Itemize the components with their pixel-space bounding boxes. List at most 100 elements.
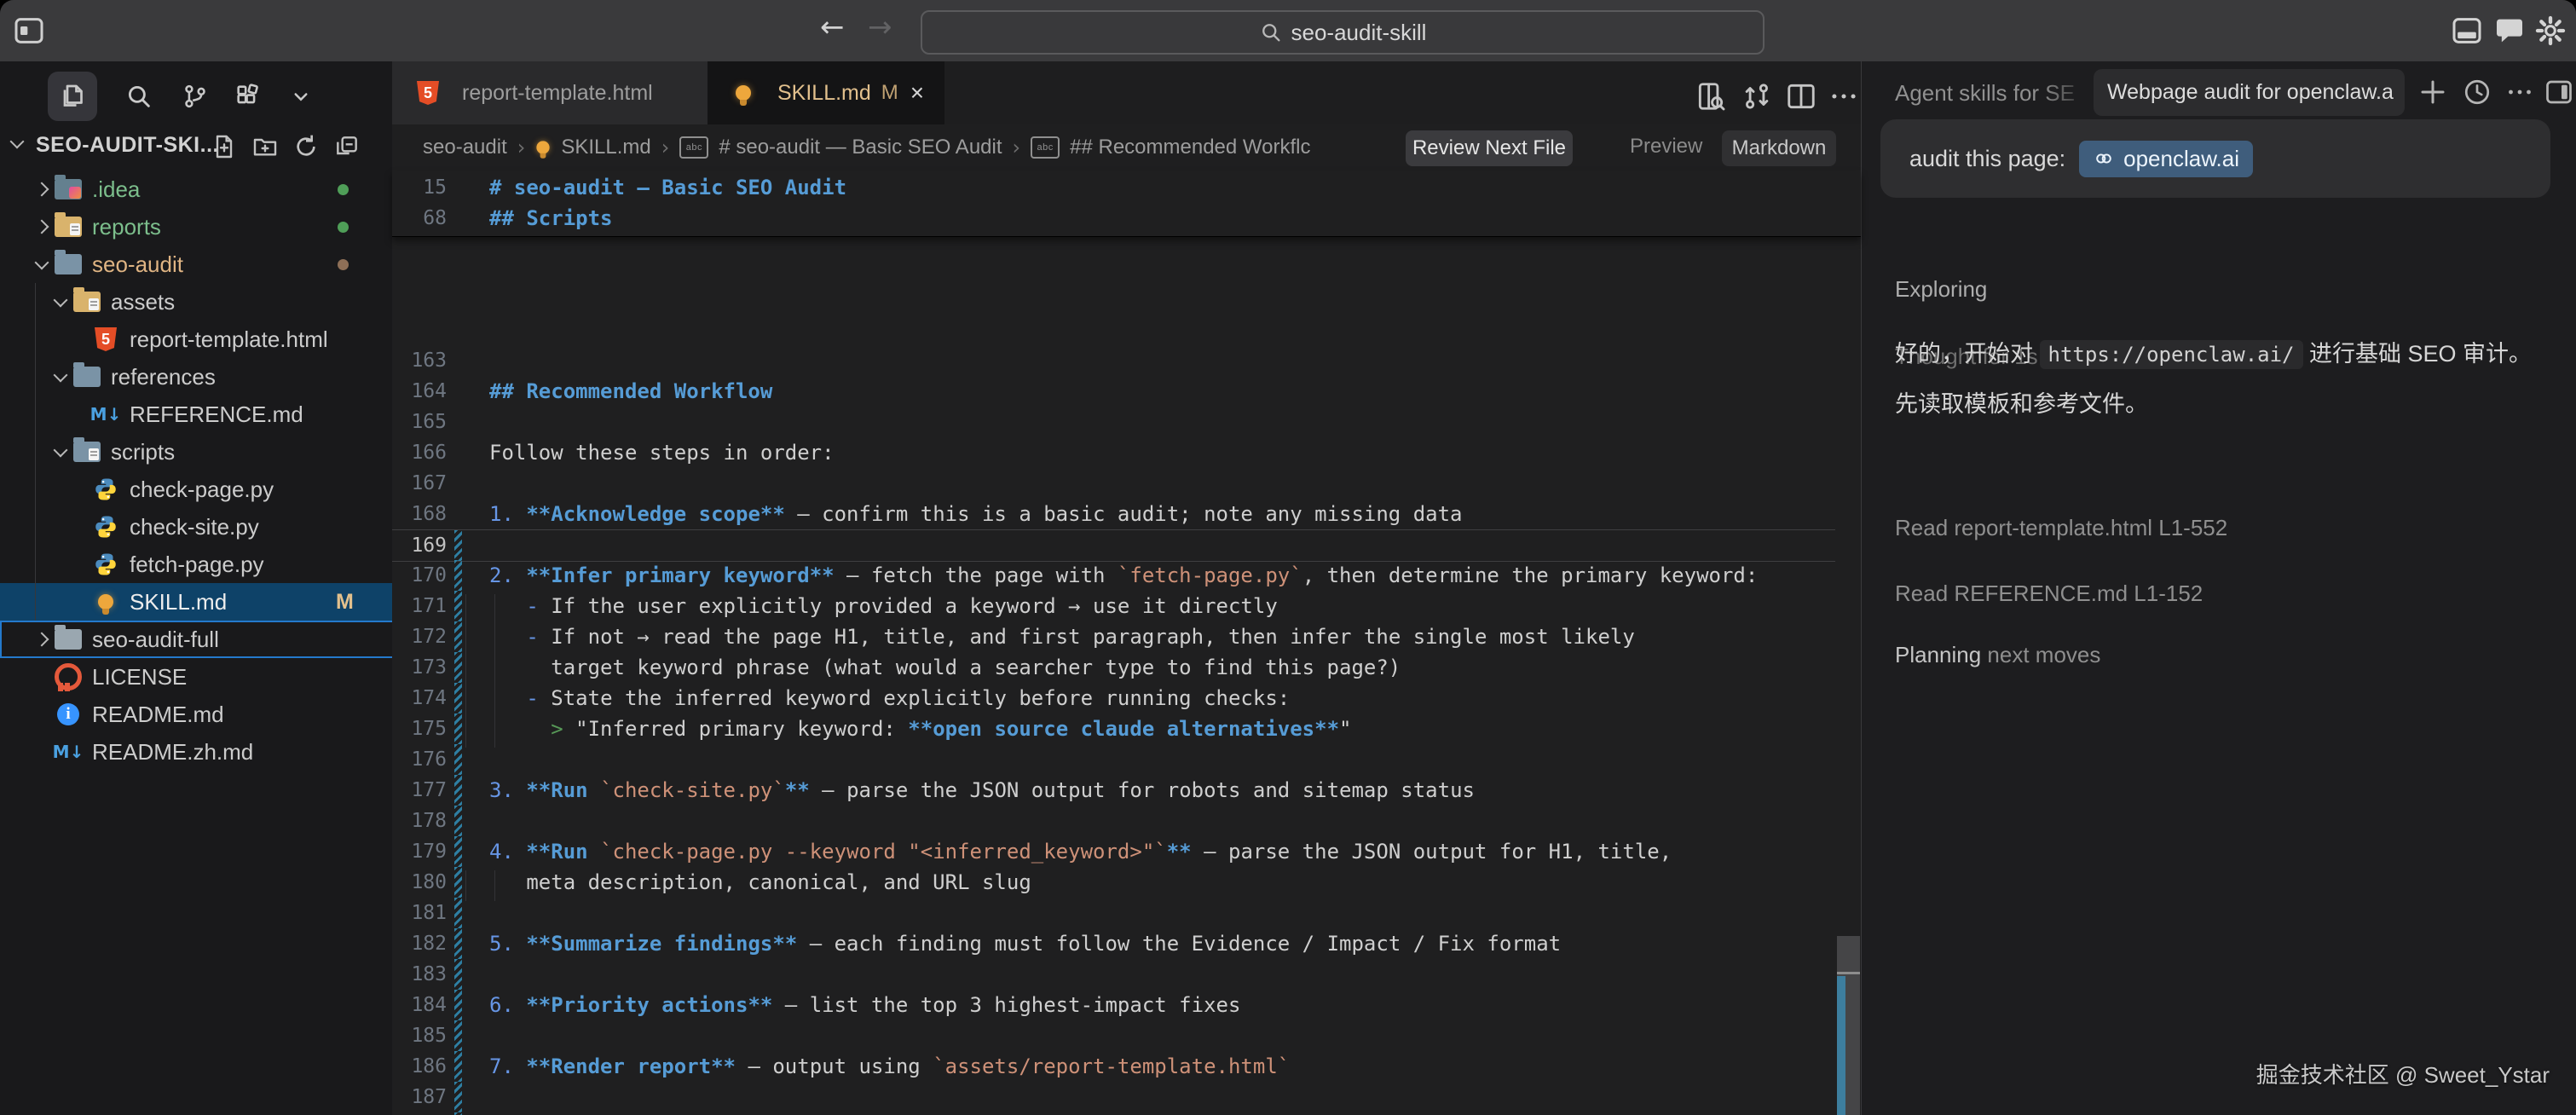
code-line-174[interactable]: 174 - State the inferred keyword explici… [392,683,1835,713]
close-tab-icon[interactable]: × [910,79,924,107]
tree-item-readme-zh-md[interactable]: M↓README.zh.md [0,733,423,771]
command-search-box[interactable]: seo-audit-skill [921,10,1765,55]
chevron-right-icon[interactable] [31,634,53,644]
code-line-185[interactable]: 185 [392,1020,1835,1051]
explorer-collapse-chevron-icon[interactable] [10,135,25,149]
code-line-187[interactable]: 187 [392,1082,1835,1112]
tree-item-report-template-html[interactable]: 5report-template.html [0,321,460,358]
tree-item-reports[interactable]: reports [0,208,423,246]
breadcrumb-item[interactable]: SKILL.md [561,136,650,159]
tree-item-label: .idea [92,176,140,203]
code-line-170[interactable]: 1702. **Infer primary keyword** — fetch … [392,560,1835,591]
activity-explorer-icon[interactable] [48,72,97,121]
tree-item-skill-md[interactable]: SKILL.mdM [0,583,460,621]
tree-item-reference-md[interactable]: M↓REFERENCE.md [0,396,460,433]
sticky-line-15[interactable]: 15# seo-audit — Basic SEO Audit [392,172,1835,203]
chevron-down-icon[interactable] [49,373,72,380]
new-folder-icon[interactable] [251,133,279,160]
tab-report-template[interactable]: 5 report-template.html [392,61,708,124]
modified-gutter-mark [454,806,462,836]
chevron-down-icon[interactable] [49,298,72,305]
modified-gutter-mark [454,407,462,437]
code-line-183[interactable]: 183 [392,959,1835,990]
code-line-164[interactable]: 164## Recommended Workflow [392,376,1835,407]
tree-item-fetch-page-py[interactable]: fetch-page.py [0,546,460,583]
chat-tool-item[interactable]: Read report-template.html L1-552 [1895,515,2227,541]
breadcrumb-item[interactable]: # seo-audit — Basic SEO Audit [719,136,1002,159]
activity-search-icon[interactable] [114,72,164,121]
history-clock-icon[interactable] [2462,77,2492,107]
forward-arrow-icon[interactable]: → [868,10,892,44]
code-line-165[interactable]: 165 [392,407,1835,437]
modified-gutter-mark [454,1051,462,1082]
tree-item-references[interactable]: references [0,358,442,396]
toggle-panel-icon[interactable] [2450,14,2484,48]
tree-item--idea[interactable]: .idea [0,170,423,208]
preview-toggle[interactable]: Preview [1630,135,1702,159]
chat-tool-item[interactable]: Read REFERENCE.md L1-152 [1895,581,2203,607]
tree-item-check-site-py[interactable]: check-site.py [0,508,460,546]
panel-right-icon[interactable] [2544,77,2574,107]
sidebar-toggle-icon[interactable] [12,14,46,48]
chevron-right-icon[interactable] [31,222,53,232]
code-line-167[interactable]: 167 [392,468,1835,499]
code-line-176[interactable]: 176 [392,744,1835,775]
gear-icon[interactable] [2533,14,2567,48]
code-line-175[interactable]: 175 > "Inferred primary keyword: **open … [392,713,1835,744]
line-number: 187 [392,1086,447,1108]
activity-source-control-icon[interactable] [170,72,220,121]
chevron-down-icon[interactable] [49,448,72,455]
code-line-186[interactable]: 1867. **Render report** — output using `… [392,1051,1835,1082]
url-chip[interactable]: openclaw.ai [2079,141,2253,177]
new-chat-icon[interactable] [2417,77,2448,107]
tab-skill-md[interactable]: SKILL.md M × [708,61,944,124]
back-arrow-icon[interactable]: ← [820,10,845,44]
code-line-180[interactable]: 180 meta description, canonical, and URL… [392,867,1835,898]
breadcrumb-item[interactable]: seo-audit [423,136,507,159]
code-line-178[interactable]: 178 [392,806,1835,836]
code-line-177[interactable]: 1773. **Run `check-site.py`** — parse th… [392,775,1835,806]
breadcrumb[interactable]: seo-audit›SKILL.md›abc# seo-audit — Basi… [423,124,1310,170]
markdown-toggle[interactable]: Markdown [1722,130,1836,166]
open-preview-icon[interactable] [1695,80,1727,113]
sticky-line-68[interactable]: 68## Scripts [392,203,1835,234]
tree-item-label: README.zh.md [92,739,253,765]
tree-item-scripts[interactable]: scripts [0,433,442,471]
split-editor-icon[interactable] [1785,80,1817,113]
code-line-172[interactable]: 172 - If not → read the page H1, title, … [392,621,1835,652]
more-actions-icon[interactable] [1828,80,1860,113]
tree-item-label: README.md [92,702,224,728]
tree-item-readme-md[interactable]: iREADME.md [0,696,423,733]
tree-item-seo-audit[interactable]: seo-audit [0,246,423,283]
chat-session-tab[interactable]: Webpage audit for openclaw.a [2094,69,2405,116]
code-line-182[interactable]: 1825. **Summarize findings** — each find… [392,928,1835,959]
collapse-all-icon[interactable] [333,133,361,160]
activity-extensions-icon[interactable] [223,72,273,121]
tree-item-check-page-py[interactable]: check-page.py [0,471,460,508]
refresh-icon[interactable] [292,133,320,160]
code-line-163[interactable]: 163 [392,345,1835,376]
code-editor[interactable]: 163164## Recommended Workflow165166Follo… [392,170,1861,1115]
code-line-166[interactable]: 166Follow these steps in order: [392,437,1835,468]
code-line-169[interactable]: 169 [392,529,1835,562]
code-line-171[interactable]: 171 - If the user explicitly provided a … [392,591,1835,621]
chat-bubble-icon[interactable] [2492,14,2527,48]
code-line-181[interactable]: 181 [392,898,1835,928]
chevron-right-icon[interactable] [31,184,53,194]
new-file-icon[interactable] [211,133,238,160]
tree-item-seo-audit-full[interactable]: seo-audit-full [0,621,423,658]
code-line-168[interactable]: 1681. **Acknowledge scope** — confirm th… [392,499,1835,529]
activity-chevron-down-icon[interactable] [276,72,326,121]
compare-changes-icon[interactable] [1741,80,1773,113]
explorer-header[interactable]: SEO-AUDIT-SKI... [0,128,392,167]
tree-item-assets[interactable]: assets [0,283,442,321]
code-line-179[interactable]: 1794. **Run `check-page.py --keyword "<i… [392,836,1835,867]
code-line-173[interactable]: 173 target keyword phrase (what would a … [392,652,1835,683]
answer-text: 好的，开始对 [1895,341,2040,367]
code-line-184[interactable]: 1846. **Priority actions** — list the to… [392,990,1835,1020]
review-next-file-button[interactable]: Review Next File [1406,130,1573,166]
breadcrumb-item[interactable]: ## Recommended Workflc [1070,136,1310,159]
more-icon[interactable] [2504,77,2535,107]
chevron-down-icon[interactable] [31,261,53,268]
tree-item-license[interactable]: LICENSE [0,658,423,696]
